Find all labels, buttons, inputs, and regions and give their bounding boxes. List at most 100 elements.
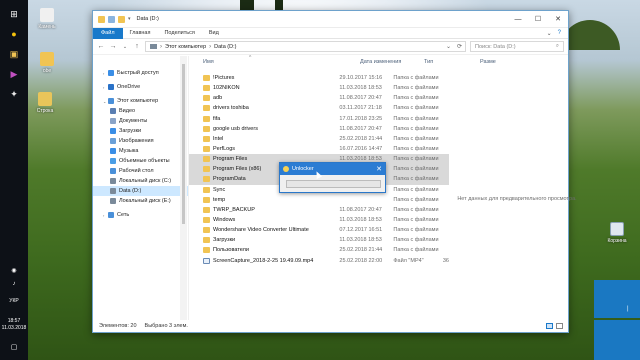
nav-item-drive-c[interactable]: Локальный диск (C:) — [93, 176, 188, 186]
nav-item-drive-d[interactable]: Data (D:) — [93, 186, 188, 196]
forward-button[interactable]: → — [109, 43, 117, 50]
window-title: Data (D:) — [136, 16, 159, 22]
folder-icon — [203, 227, 210, 234]
details-view-icon[interactable] — [546, 323, 553, 329]
file-type: Файл "MP4" — [393, 257, 424, 264]
back-button[interactable]: ← — [97, 43, 105, 50]
file-name: google usb drivers — [213, 125, 258, 132]
file-row[interactable]: PerfLogs 16.07.2016 14:47 Папка с файлами — [189, 144, 449, 154]
column-type[interactable]: Тип — [424, 59, 480, 65]
file-row[interactable]: fifa 17.01.2018 23:25 Папка с файлами — [189, 114, 449, 124]
tab-home[interactable]: Главная — [123, 28, 158, 39]
nav-item-desktop[interactable]: Рабочий стол — [93, 166, 188, 176]
tab-view[interactable]: Вид — [202, 28, 226, 39]
close-button[interactable]: ✕ — [548, 11, 568, 28]
notifications-icon[interactable]: ▢ — [6, 339, 22, 355]
file-date: 11.08.2017 20:47 — [339, 95, 382, 102]
drive-icon — [150, 44, 157, 49]
recent-locations-icon[interactable]: ⌄ — [121, 44, 129, 50]
progress-bar — [286, 180, 381, 188]
file-row[interactable]: ScreenCapture_2018-2-25 19.49.09.mp4 25.0… — [189, 256, 449, 266]
nav-item-downloads[interactable]: Загрузки — [93, 126, 188, 136]
up-button[interactable]: ↑ — [133, 43, 141, 50]
file-type: Папка с файлами — [393, 166, 439, 173]
nav-item-video[interactable]: Видео — [93, 106, 188, 116]
nav-scrollbar[interactable] — [180, 56, 187, 320]
file-row[interactable]: 102NIKON 11.03.2018 18:53 Папка с файлами — [189, 83, 449, 93]
folder-icon — [203, 206, 210, 213]
nav-item-documents[interactable]: Документы — [93, 116, 188, 126]
clock-date[interactable]: 11.03.2018 — [0, 325, 28, 331]
nav-item-3d-objects[interactable]: Объемные объекты — [93, 156, 188, 166]
address-bar[interactable]: › Этот компьютер › Data (D:) ⌄ ⟳ — [145, 41, 466, 52]
address-dropdown-icon[interactable]: ⌄ — [446, 43, 451, 50]
file-row[interactable]: Wondershare Video Converter Ultimate 07.1… — [189, 225, 449, 235]
breadcrumb-data-d[interactable]: Data (D:) — [214, 44, 236, 50]
column-size[interactable]: Разме — [480, 59, 500, 65]
file-row[interactable]: Загрузки 11.03.2018 18:53 Папка с файлами — [189, 235, 449, 245]
new-folder-icon[interactable] — [118, 15, 125, 23]
nav-item-music[interactable]: Музыка — [93, 146, 188, 156]
start-tile[interactable] — [594, 280, 640, 318]
properties-icon[interactable] — [108, 15, 115, 23]
chevron-down-icon[interactable]: ▾ — [128, 16, 131, 22]
explorer-icon[interactable]: ▣ — [6, 46, 22, 62]
nav-item-drive-e[interactable]: Локальный диск (E:) — [93, 196, 188, 206]
video-icon — [110, 108, 116, 114]
folder-icon — [203, 146, 210, 153]
help-icon[interactable]: ? — [558, 30, 561, 37]
clock-time[interactable]: 18:57 — [0, 318, 28, 324]
file-row[interactable]: google usb drivers 11.08.2017 20:47 Папка … — [189, 124, 449, 134]
file-name: 102NIKON — [213, 85, 240, 92]
desktop-icon-recycle-bin[interactable]: Корзина — [602, 222, 632, 244]
file-row[interactable]: adb 11.08.2017 20:47 Папка с файлами — [189, 93, 449, 103]
folder-icon — [203, 237, 210, 244]
nav-item-pictures[interactable]: Изображения — [93, 136, 188, 146]
start-tile[interactable] — [594, 320, 640, 360]
column-name[interactable]: Имя — [203, 59, 360, 65]
file-row[interactable]: !Pictures 29.10.2017 15:16 Папка с файлами — [189, 73, 449, 83]
taskbar: ⊞ ● ▣ ▶ ✦ ◉ ♪ УКР 18:57 11.03.2018 ▢ — [0, 0, 28, 360]
folder-icon — [203, 156, 210, 163]
app-icon[interactable]: ✦ — [6, 86, 22, 102]
tab-file[interactable]: Файл — [93, 27, 123, 39]
desktop-icon-obe[interactable]: obe — [32, 52, 62, 74]
nav-item-quick-access[interactable]: › Быстрый доступ — [93, 68, 188, 78]
column-date[interactable]: Дата изменения — [360, 59, 424, 65]
desktop-icon-kamen[interactable]: Камень — [32, 8, 62, 30]
navigation-pane: › Быстрый доступ › OneDrive ⌄ Этот компь… — [93, 56, 188, 320]
search-input[interactable]: Поиск: Data (D:) ⌕ — [470, 41, 564, 52]
file-type: Папка с файлами — [393, 206, 439, 213]
desktop-icon-stroka[interactable]: Строка — [30, 92, 60, 114]
file-row[interactable]: Intel 25.02.2018 21:44 Папка с файлами — [189, 134, 449, 144]
chrome-icon[interactable]: ● — [6, 26, 22, 42]
documents-icon — [110, 118, 116, 124]
file-row[interactable]: Пользователи 25.02.2018 21:44 Папка с файл… — [189, 245, 449, 255]
maximize-button[interactable]: ☐ — [528, 11, 548, 28]
folder-icon — [203, 115, 210, 122]
start-button[interactable]: ⊞ — [6, 6, 22, 22]
sync-folder-icon — [203, 186, 210, 193]
media-player-icon[interactable]: ▶ — [6, 66, 22, 82]
file-date: 25.02.2018 21:44 — [339, 247, 383, 254]
nav-item-onedrive[interactable]: › OneDrive — [93, 82, 188, 92]
nav-item-this-pc[interactable]: ⌄ Этот компьютер — [93, 96, 188, 106]
nav-item-network[interactable]: › Сеть — [93, 210, 188, 220]
file-row[interactable]: Windows 11.03.2018 18:53 Папка с файлами — [189, 215, 449, 225]
breadcrumb-this-pc[interactable]: Этот компьютер — [165, 44, 206, 50]
refresh-icon[interactable]: ⟳ — [457, 43, 462, 50]
dialog-close-button[interactable]: ✕ — [373, 165, 385, 173]
language-indicator[interactable]: УКР — [0, 298, 28, 304]
file-row[interactable]: TWRP_BACKUP 11.08.2017 20:47 Папка с файла… — [189, 205, 449, 215]
tab-share[interactable]: Поделиться — [157, 28, 201, 39]
minimize-button[interactable]: — — [508, 11, 528, 28]
file-date: 17.01.2018 23:25 — [339, 115, 383, 122]
file-row[interactable]: drivers toshiba 03.11.2017 21:18 Папка с ф… — [189, 103, 449, 113]
folder-icon — [203, 176, 210, 183]
volume-tray-icon[interactable]: ♪ — [6, 276, 22, 292]
expand-ribbon-icon[interactable]: ⌄ — [547, 30, 552, 37]
file-row[interactable]: temp Папка с файлами — [189, 195, 449, 205]
file-name: Wondershare Video Converter Ultimate — [213, 227, 309, 234]
drive-icon — [110, 198, 116, 204]
large-icons-view-icon[interactable] — [556, 323, 563, 329]
